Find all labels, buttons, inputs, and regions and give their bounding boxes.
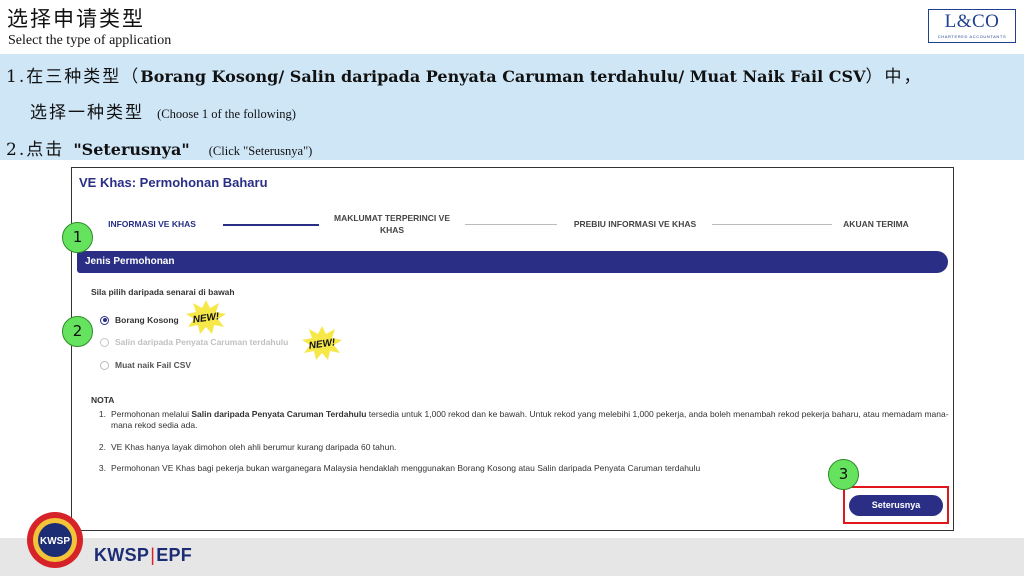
nota-item-1-number: 1.: [98, 408, 106, 419]
stepper-step-4[interactable]: AKUAN TERIMA: [830, 218, 922, 230]
instruction-step-1-prefix: 1.在三种类型（: [6, 67, 141, 87]
option-muat-naik-csv[interactable]: Muat naik Fail CSV: [100, 360, 191, 370]
section-header-jenis-permohonan: Jenis Permohonan: [77, 251, 948, 273]
lco-logo-subtext: CHARTERED ACCOUNTANTS: [937, 34, 1007, 39]
select-prompt: Sila pilih daripada senarai di bawah: [91, 287, 235, 297]
nota-item-2: 2. VE Khas hanya layak dimohon oleh ahli…: [91, 442, 949, 454]
stepper-line-1: [223, 224, 319, 226]
option-salin-penyata-label: Salin daripada Penyata Caruman terdahulu: [115, 337, 289, 347]
new-badge-1: NEW!: [186, 300, 226, 334]
radio-salin-penyata[interactable]: [100, 337, 109, 347]
instruction-step-2: 2.点击 "Seterusnya" (Click "Seterusnya"): [6, 135, 312, 160]
stepper-step-2[interactable]: MAKLUMAT TERPERINCI VE KHAS: [322, 212, 462, 236]
nota-item-1-pre: Permohonan melalui: [111, 408, 192, 419]
instruction-step-1-types: Borang Kosong/ Salin daripada Penyata Ca…: [140, 67, 866, 86]
kwsp-emblem-text: KWSP: [40, 536, 70, 547]
option-borang-kosong-label: Borang Kosong: [115, 315, 179, 325]
stepper-line-2: [465, 224, 557, 225]
kwsp-epf-wordmark: KWSP|EPF: [94, 545, 192, 566]
instruction-step-1: 1.在三种类型（Borang Kosong/ Salin daripada Pe…: [6, 62, 922, 87]
nota-item-2-number: 2.: [98, 441, 106, 452]
nota-item-1: 1. Permohonan melalui Salin daripada Pen…: [91, 409, 949, 432]
slide-subtitle: Select the type of application: [8, 33, 172, 48]
instruction-step-1-line2-en: (Choose 1 of the following): [157, 107, 296, 121]
new-badge-2: NEW!: [302, 326, 342, 360]
slide-title: 选择申请类型: [7, 7, 145, 31]
stepper-step-1[interactable]: INFORMASI VE KHAS: [92, 218, 212, 230]
option-muat-naik-csv-label: Muat naik Fail CSV: [115, 360, 192, 370]
radio-borang-kosong[interactable]: [100, 315, 109, 325]
instruction-step-1-line2: 选择一种类型 (Choose 1 of the following): [30, 98, 296, 123]
stepper-line-3: [712, 224, 832, 225]
nota-item-1-bold: Salin daripada Penyata Caruman Terdahulu: [191, 408, 367, 419]
step-marker-2: 2: [62, 316, 93, 347]
epf-wordmark: EPF: [156, 545, 193, 565]
kwsp-wordmark: KWSP: [94, 545, 150, 565]
step-marker-1: 1: [62, 222, 93, 253]
option-salin-penyata[interactable]: Salin daripada Penyata Caruman terdahulu: [100, 337, 288, 347]
kwsp-emblem-icon: KWSP: [27, 512, 83, 568]
nota-title: NOTA: [91, 395, 115, 405]
nota-item-1-text: Permohonan melalui Salin daripada Penyat…: [111, 409, 949, 432]
nota-item-3-text: Permohonan VE Khas bagi pekerja bukan wa…: [111, 463, 701, 473]
lco-logo-text: L&CO: [944, 11, 1000, 32]
stepper-step-3[interactable]: PREBIU INFORMASI VE KHAS: [560, 218, 710, 230]
instruction-step-2-button: "Seterusnya": [73, 140, 190, 159]
app-page-title: VE Khas: Permohonan Baharu: [79, 175, 268, 190]
radio-muat-naik-csv[interactable]: [100, 360, 109, 370]
app-screenshot: VE Khas: Permohonan Baharu INFORMASI VE …: [71, 167, 954, 531]
nota-item-2-text: VE Khas hanya layak dimohon oleh ahli be…: [111, 441, 397, 452]
instruction-step-2-cn: 2.点击: [6, 140, 65, 160]
lco-logo: L&CO CHARTERED ACCOUNTANTS: [928, 9, 1016, 43]
nota-section: NOTA 1. Permohonan melalui Salin daripad…: [91, 395, 949, 485]
nota-item-3-number: 3.: [98, 463, 106, 473]
instruction-step-1-suffix: ）中，: [865, 67, 923, 87]
next-button-highlight: Seterusnya: [843, 486, 949, 524]
nota-item-3: 3. Permohonan VE Khas bagi pekerja bukan…: [91, 463, 949, 475]
instruction-step-2-en: (Click "Seterusnya"): [208, 144, 313, 158]
option-borang-kosong[interactable]: Borang Kosong: [100, 315, 179, 325]
step-marker-3: 3: [828, 459, 859, 490]
seterusnya-button[interactable]: Seterusnya: [849, 495, 943, 516]
instruction-step-1-line2-cn: 选择一种类型: [30, 103, 144, 123]
